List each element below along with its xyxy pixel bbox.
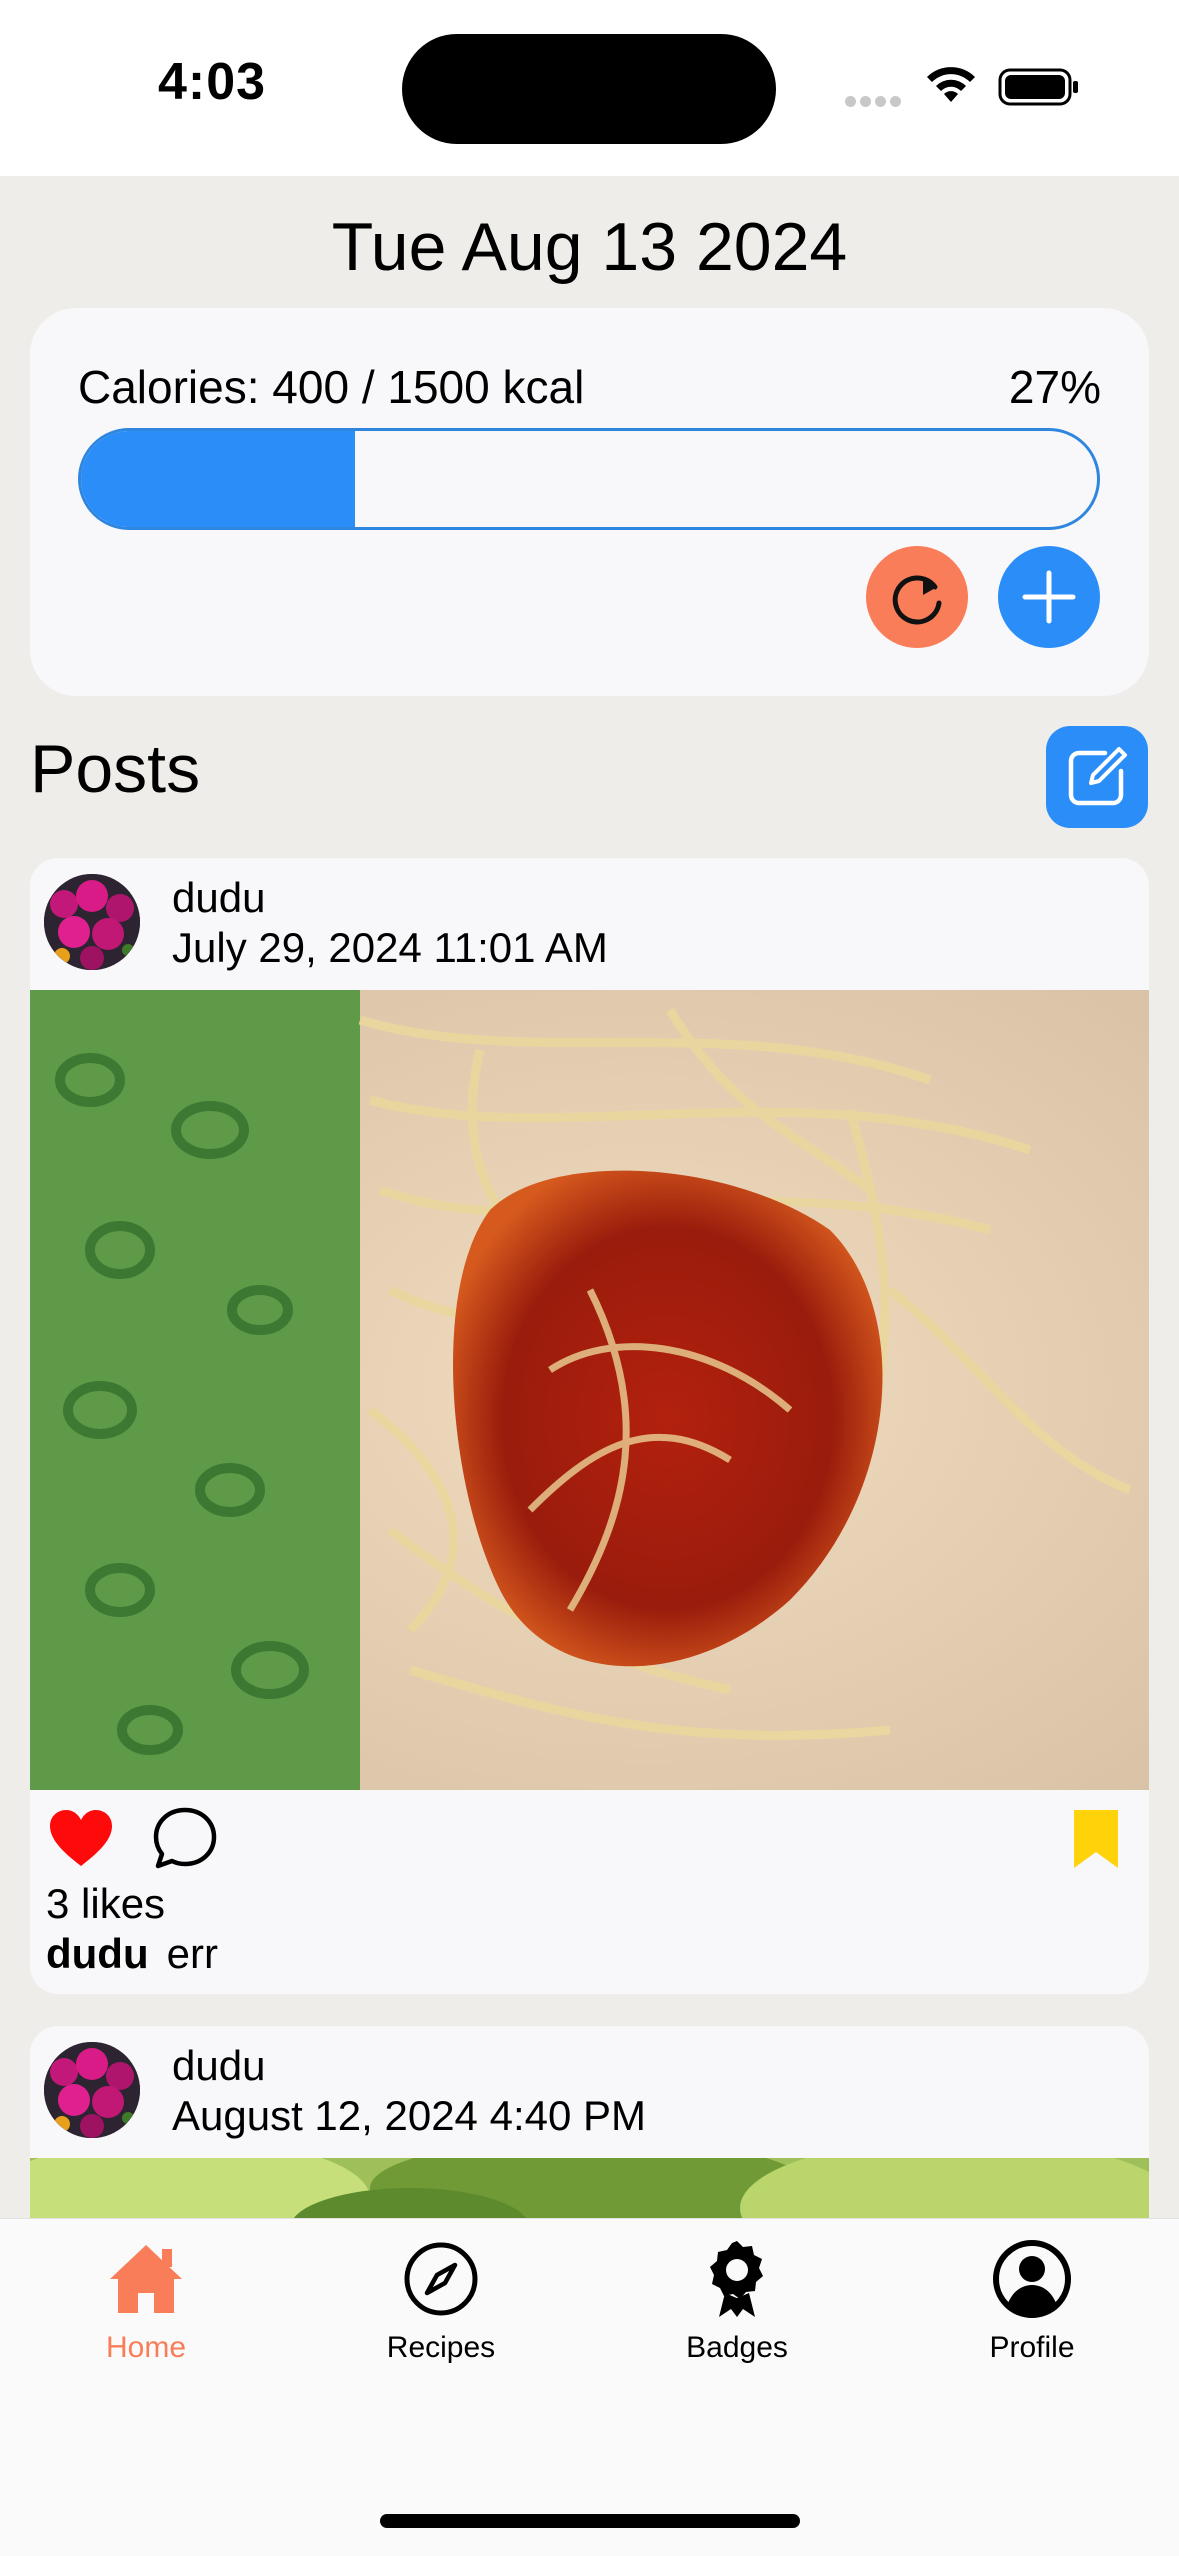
tab-label: Recipes — [386, 2331, 496, 2364]
post-date: August 12, 2024 4:40 PM — [172, 2092, 646, 2139]
avatar-flowers-image — [44, 2042, 140, 2138]
post-caption: dudu err — [46, 1930, 218, 1978]
post-date: July 29, 2024 11:01 AM — [172, 924, 608, 971]
tab-label: Badges — [686, 2331, 788, 2364]
compose-icon — [1068, 747, 1127, 806]
comment-bubble-icon[interactable] — [152, 1806, 218, 1870]
posts-section-title: Posts — [30, 731, 201, 807]
post-username[interactable]: dudu — [172, 874, 265, 922]
refresh-icon — [892, 575, 942, 625]
dynamic-island — [402, 34, 776, 144]
badge-icon — [710, 2241, 763, 2317]
post-card: dudu July 29, 2024 11:01 AM 3 likes dudu… — [30, 858, 1149, 1994]
calories-percent: 27% — [1008, 361, 1101, 413]
tab-badges[interactable]: Badges — [637, 2237, 837, 2365]
reset-button[interactable] — [866, 546, 968, 648]
plus-icon — [1022, 570, 1076, 624]
new-post-button[interactable] — [1046, 726, 1148, 828]
wifi-icon — [927, 67, 975, 102]
tab-home[interactable]: Home — [46, 2237, 246, 2365]
tab-recipes[interactable]: Recipes — [341, 2237, 541, 2365]
avatar[interactable] — [44, 874, 140, 970]
date-title: Tue Aug 13 2024 — [331, 209, 848, 285]
calories-progress-bar — [78, 428, 1100, 530]
avatar[interactable] — [44, 2042, 140, 2138]
cellular-signal-icon — [845, 94, 905, 107]
battery-icon — [998, 68, 1078, 106]
status-time: 4:03 — [158, 53, 267, 111]
post-image[interactable] — [30, 990, 1149, 1790]
calories-progress-fill — [81, 431, 356, 527]
tab-label: Home — [105, 2331, 187, 2364]
caption-text: err — [166, 1930, 218, 1977]
home-indicator — [380, 2514, 800, 2528]
caption-username[interactable]: dudu — [46, 1930, 149, 1977]
post-username[interactable]: dudu — [172, 2042, 265, 2090]
bookmark-icon[interactable] — [1070, 1808, 1122, 1870]
status-bar: 4:03 — [0, 0, 1179, 176]
like-heart-icon[interactable] — [48, 1808, 114, 1868]
person-circle-icon — [993, 2240, 1071, 2318]
tab-profile[interactable]: Profile — [932, 2237, 1132, 2365]
add-calories-button[interactable] — [998, 546, 1100, 648]
calories-label: Calories: 400 / 1500 kcal — [78, 361, 585, 413]
house-icon — [110, 2245, 182, 2313]
tab-bar: Home Recipes Badges Profile — [0, 2218, 1179, 2556]
calories-card: Calories: 400 / 1500 kcal 27% — [30, 308, 1149, 696]
tab-label: Profile — [989, 2331, 1075, 2364]
avatar-flowers-image — [44, 874, 140, 970]
likes-count: 3 likes — [46, 1880, 166, 1927]
compass-icon — [404, 2242, 478, 2316]
